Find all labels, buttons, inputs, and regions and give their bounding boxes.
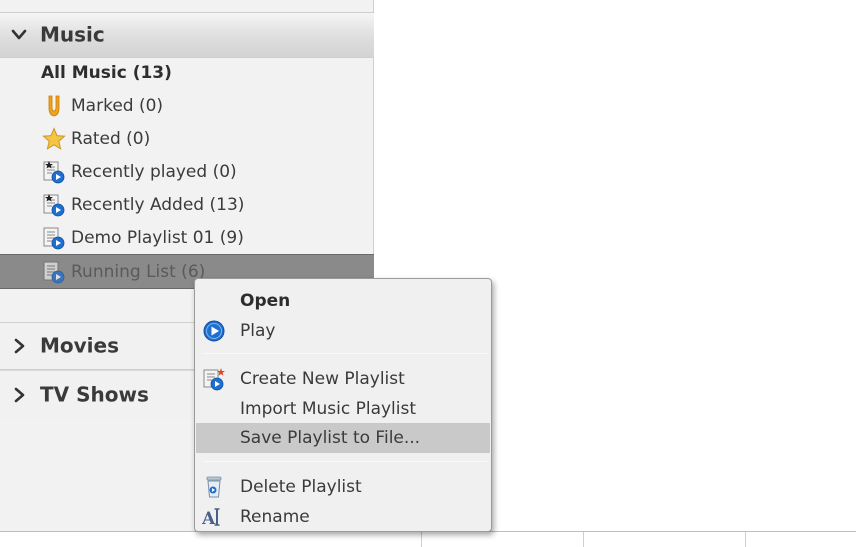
- smart-playlist-icon: [43, 193, 65, 216]
- chevron-right-icon[interactable]: [11, 338, 27, 354]
- menu-item-label: Open: [240, 291, 291, 311]
- sidebar-item-all-music[interactable]: All Music (13): [0, 56, 374, 89]
- delete-playlist-icon: [206, 476, 222, 498]
- status-bar-divider: [583, 532, 584, 547]
- status-bar-divider: [745, 532, 746, 547]
- sidebar-item-label: Rated (0): [71, 128, 151, 149]
- music-section-header[interactable]: Music: [0, 12, 374, 58]
- new-playlist-icon: [203, 368, 225, 391]
- status-bar: [0, 532, 856, 547]
- chevron-right-icon[interactable]: [11, 387, 27, 403]
- svg-text:A: A: [202, 509, 216, 529]
- menu-item-label: Delete Playlist: [240, 477, 362, 497]
- menu-separator: [203, 461, 487, 462]
- menu-item-create-new-playlist[interactable]: Create New Playlist: [196, 364, 490, 394]
- sidebar-item-recently-added[interactable]: Recently Added (13): [0, 188, 374, 221]
- sidebar-item-rated[interactable]: Rated (0): [0, 122, 374, 155]
- menu-item-label: Play: [240, 321, 276, 341]
- menu-item-open[interactable]: Open: [196, 286, 490, 316]
- playlist-icon: [43, 227, 65, 249]
- tv-shows-section-title: TV Shows: [40, 382, 149, 407]
- chevron-down-icon[interactable]: [11, 27, 27, 43]
- menu-item-rename[interactable]: A Rename: [196, 502, 490, 532]
- smart-playlist-icon: [43, 160, 65, 183]
- sidebar-item-label: All Music (13): [41, 62, 172, 83]
- menu-item-import-music-playlist[interactable]: Import Music Playlist: [196, 394, 490, 424]
- menu-separator: [203, 353, 487, 354]
- sidebar-item-label: Running List (6): [71, 261, 206, 282]
- sidebar-item-recently-played[interactable]: Recently played (0): [0, 155, 374, 188]
- playlist-icon: [43, 261, 65, 283]
- music-section-title: Music: [40, 22, 105, 47]
- sidebar-item-label: Recently Added (13): [71, 194, 245, 215]
- sidebar-item-label: Recently played (0): [71, 161, 237, 182]
- menu-item-delete-playlist[interactable]: Delete Playlist: [196, 472, 490, 502]
- rename-icon: A: [202, 508, 220, 529]
- menu-item-save-playlist-to-file[interactable]: Save Playlist to File...: [196, 423, 490, 453]
- menu-item-label: Rename: [240, 507, 310, 527]
- sidebar-item-label: Demo Playlist 01 (9): [71, 227, 244, 248]
- sidebar-item-label: Marked (0): [71, 95, 164, 116]
- sidebar-item-marked[interactable]: Marked (0): [0, 89, 374, 122]
- status-bar-divider: [421, 532, 422, 547]
- menu-item-label: Create New Playlist: [240, 369, 405, 389]
- movies-section-title: Movies: [40, 333, 120, 358]
- marked-flag-icon: [48, 95, 60, 116]
- menu-item-label: Import Music Playlist: [240, 399, 417, 419]
- play-icon: [203, 320, 225, 342]
- star-icon: [42, 126, 66, 150]
- menu-item-label: Save Playlist to File...: [240, 428, 421, 448]
- sidebar-item-demo-playlist-01[interactable]: Demo Playlist 01 (9): [0, 221, 374, 254]
- playlist-context-menu: Open Play Create New Playlist Import Mus…: [194, 278, 492, 532]
- menu-item-play[interactable]: Play: [196, 316, 490, 346]
